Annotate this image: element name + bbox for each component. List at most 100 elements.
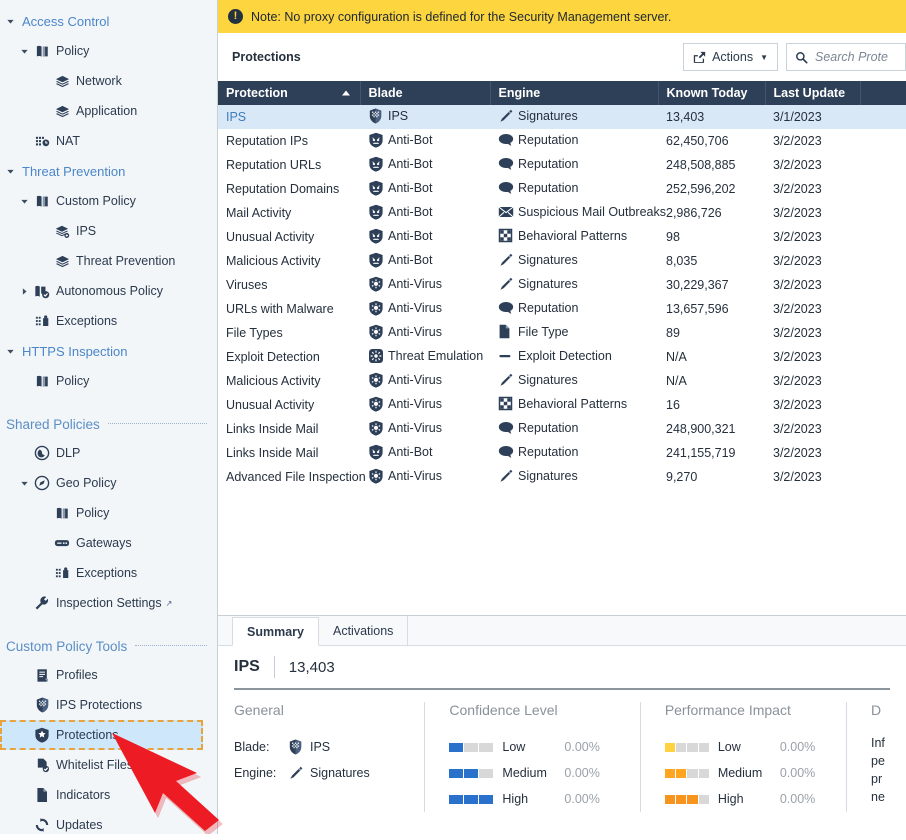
column-header-last-update[interactable]: Last Update [765, 81, 861, 105]
cell-last-update: 3/2/2023 [773, 350, 822, 364]
table-row[interactable]: URLs with Malware Anti-Virus Reputation 13,… [218, 297, 906, 321]
cell-engine-label: Suspicious Mail Outbreaks [518, 205, 666, 219]
tab-summary[interactable]: Summary [232, 617, 319, 646]
table-row[interactable]: IPS IPS Signatures 13,403 3/1/2023 [218, 105, 906, 129]
sidebar-item-geo-policy[interactable]: Geo Policy [0, 468, 217, 498]
cell-last-update: 3/2/2023 [773, 254, 822, 268]
description-line: ne [871, 790, 885, 804]
sidebar-item-threat-prevention[interactable]: Threat Prevention [0, 156, 217, 186]
confidence-segment [464, 794, 479, 804]
sidebar-item-indicators[interactable]: Indicators [0, 780, 217, 810]
cell-last-update: 3/1/2023 [773, 110, 822, 124]
sidebar-item-policy[interactable]: Policy [0, 498, 217, 528]
ips-shield-icon [32, 697, 52, 713]
page-title: Protections [232, 50, 301, 64]
table-row[interactable]: Mail Activity Anti-Bot Suspicious Mail Out… [218, 201, 906, 225]
chevron-down-icon[interactable] [6, 167, 18, 176]
performance-bar [664, 742, 709, 752]
cell-protection: Reputation Domains [226, 182, 340, 196]
anti-bot-icon [368, 252, 388, 268]
cell-known-today: 8,035 [666, 254, 698, 268]
table-row[interactable]: File Types Anti-Virus File Type 89 3/2/2023 [218, 321, 906, 345]
table-row[interactable]: Viruses Anti-Virus Signatures 30,229,367 3/2… [218, 273, 906, 297]
table-row[interactable]: Reputation IPs Anti-Bot Reputation 62,450,7… [218, 129, 906, 153]
sidebar-item-ips[interactable]: IPS [0, 216, 217, 246]
cell-protection: File Types [226, 326, 283, 340]
table-row[interactable]: Unusual Activity Anti-Bot Behavioral Patte… [218, 225, 906, 249]
cell-blade: Anti-Virus [360, 393, 490, 417]
cell-blank [860, 153, 906, 177]
cell-blade: Anti-Bot [360, 129, 490, 153]
sidebar-item-gateways[interactable]: Gateways [0, 528, 217, 558]
chevron-down-icon[interactable] [6, 347, 18, 356]
sidebar-item-exceptions[interactable]: Exceptions [0, 558, 217, 588]
column-header-known-today[interactable]: Known Today [658, 81, 766, 105]
sidebar-item-label: Threat Prevention [22, 163, 126, 179]
anti-virus-icon [368, 396, 388, 412]
sidebar-item-inspection-settings[interactable]: Inspection Settings ↗ [0, 588, 217, 618]
protections-table-container[interactable]: Protection Blade Engine Known Today Last Upd… [218, 81, 906, 592]
sidebar-item-policy[interactable]: Policy [0, 366, 217, 396]
table-row[interactable]: Malicious Activity Anti-Bot Signatures 8,03… [218, 249, 906, 273]
sidebar-item-exceptions[interactable]: Exceptions [0, 306, 217, 336]
sidebar-item-access-control[interactable]: Access Control [0, 6, 217, 36]
sidebar-item-network[interactable]: Network [0, 66, 217, 96]
column-header-engine[interactable]: Engine [490, 81, 659, 105]
sidebar-item-custom-policy[interactable]: Custom Policy [0, 186, 217, 216]
cell-known-today: 13,403 [666, 110, 705, 124]
sidebar-item-protections[interactable]: Protections [0, 720, 203, 750]
exceptions-icon [32, 314, 52, 329]
chevron-right-icon[interactable] [20, 287, 32, 296]
chevron-down-icon[interactable] [20, 197, 32, 206]
cell-protection: Reputation IPs [226, 134, 308, 148]
chevron-down-icon[interactable] [20, 479, 32, 488]
sidebar-item-ips-protections[interactable]: IPS Protections [0, 690, 217, 720]
performance-segment [687, 768, 698, 778]
policy-book-icon [32, 44, 52, 59]
bubble-icon [498, 157, 518, 171]
section-divider [135, 645, 207, 647]
table-row[interactable]: Reputation URLs Anti-Bot Reputation 248,508… [218, 153, 906, 177]
sidebar-item-https-inspection[interactable]: HTTPS Inspection [0, 336, 217, 366]
search-protections-field[interactable]: Search Prote [786, 43, 906, 71]
performance-segment [676, 794, 687, 804]
sidebar-item-autonomous-policy[interactable]: Autonomous Policy [0, 276, 217, 306]
column-header-blank[interactable] [860, 81, 906, 105]
chevron-down-icon[interactable] [6, 17, 18, 26]
sidebar-item-threat-prevention[interactable]: Threat Prevention [0, 246, 217, 276]
column-header-blade[interactable]: Blade [360, 81, 491, 105]
table-row[interactable]: Advanced File Inspection Anti-Virus Signat… [218, 465, 906, 489]
bubble-icon [498, 421, 518, 435]
dash-icon [498, 349, 518, 363]
performance-row: Low 0.00% [664, 734, 828, 760]
cell-blade-label: Anti-Bot [388, 444, 433, 459]
tab-activations[interactable]: Activations [319, 616, 409, 645]
sidebar-item-profiles[interactable]: Profiles [0, 660, 217, 690]
layers-icon [52, 104, 72, 119]
actions-button[interactable]: Actions ▼ [683, 43, 778, 71]
table-row[interactable]: Links Inside Mail Anti-Bot Reputation 241,1… [218, 441, 906, 465]
table-row[interactable]: Links Inside Mail Anti-Virus Reputation 248… [218, 417, 906, 441]
cell-protection: Reputation URLs [226, 158, 322, 172]
sidebar-item-nat[interactable]: NAT [0, 126, 217, 156]
cell-blade-label: IPS [388, 108, 409, 123]
sidebar-item-dlp[interactable]: DLP [0, 438, 217, 468]
sidebar-item-whitelist-files[interactable]: Whitelist Files [0, 750, 217, 780]
chevron-down-icon[interactable] [20, 47, 32, 56]
cell-engine-label: Reputation [518, 156, 579, 171]
table-row[interactable]: Reputation Domains Anti-Bot Reputation 252,… [218, 177, 906, 201]
cell-blade-label: Anti-Virus [388, 276, 442, 291]
cell-blade-label: Anti-Bot [388, 252, 433, 267]
table-row[interactable]: Exploit Detection Threat Emulation Exploit… [218, 345, 906, 369]
column-header-protection[interactable]: Protection [218, 81, 361, 105]
table-row[interactable]: Unusual Activity Anti-Virus Behavioral Pat… [218, 393, 906, 417]
cell-known-today: 13,657,596 [666, 302, 729, 316]
sidebar-item-policy[interactable]: Policy [0, 36, 217, 66]
cell-protection: Exploit Detection [226, 350, 320, 364]
cell-engine-label: Reputation [518, 300, 579, 315]
confidence-segment [449, 742, 464, 752]
sidebar-item-label: Policy [76, 506, 110, 520]
sidebar-item-application[interactable]: Application [0, 96, 217, 126]
table-row[interactable]: Malicious Activity Anti-Virus Signatures N/… [218, 369, 906, 393]
sidebar-item-updates[interactable]: Updates [0, 810, 217, 840]
